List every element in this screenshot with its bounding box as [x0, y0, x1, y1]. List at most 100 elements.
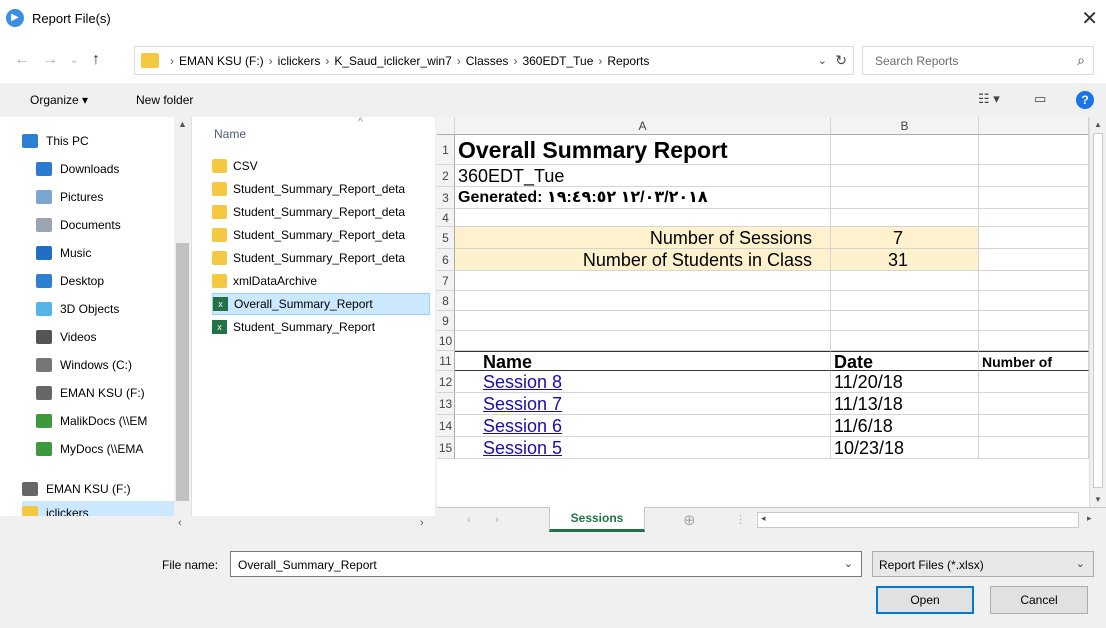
spreadsheet-cell: Generated: ١٢/٠٣/٢٠١٨ ١٩:٤٩:٥٢ [455, 187, 831, 209]
spreadsheet-cell: Overall Summary Report [455, 135, 831, 165]
scroll-left-icon[interactable]: ‹ [178, 517, 182, 529]
scroll-up-icon[interactable]: ▲ [1094, 120, 1102, 129]
breadcrumb-separator-icon[interactable]: › [269, 54, 273, 68]
file-list-item[interactable]: x Overall_Summary_Report [212, 293, 430, 315]
excel-file-icon: x [212, 320, 227, 334]
new-folder-button[interactable]: New folder [136, 93, 193, 107]
scroll-up-icon[interactable]: ▲ [178, 119, 187, 129]
sidebar-item[interactable]: 3D Objects [36, 297, 196, 321]
recent-locations-icon[interactable]: ⌄ [70, 55, 78, 66]
sidebar-item[interactable]: Videos [36, 325, 196, 349]
session-link[interactable]: Session 5 [455, 437, 831, 459]
scroll-down-icon[interactable]: ▼ [1094, 495, 1102, 504]
sidebar-item[interactable]: Downloads [36, 157, 196, 181]
breadcrumb-separator-icon[interactable]: › [170, 54, 174, 68]
cancel-button[interactable]: Cancel [990, 586, 1088, 614]
breadcrumb-item[interactable]: Classes [466, 54, 509, 68]
session-link[interactable]: Session 6 [455, 415, 831, 437]
scroll-right-icon[interactable]: ▸ [1087, 513, 1092, 524]
sidebar-item-label: Documents [60, 218, 121, 232]
next-sheet-icon[interactable]: › [495, 514, 499, 526]
view-options-icon[interactable]: ☷ ▾ [978, 91, 1000, 107]
spreadsheet-cell [455, 331, 831, 351]
breadcrumb-item[interactable]: EMAN KSU (F:) [179, 54, 264, 68]
spreadsheet-cell: 31 [831, 249, 979, 271]
help-icon[interactable]: ? [1076, 91, 1094, 109]
spreadsheet-cell [979, 249, 1089, 271]
up-icon[interactable]: ↑ [92, 51, 100, 69]
filename-field[interactable]: Overall_Summary_Report ⌄ [230, 551, 862, 577]
breadcrumb-separator-icon[interactable]: › [325, 54, 329, 68]
scroll-left-icon[interactable]: ◂ [761, 513, 766, 524]
prev-sheet-icon[interactable]: ‹ [467, 514, 471, 526]
chevron-down-icon[interactable]: ⌄ [1076, 557, 1085, 570]
file-type-select[interactable]: Report Files (*.xlsx) ⌄ [872, 551, 1094, 577]
add-sheet-icon[interactable]: ⊕ [683, 511, 696, 529]
address-bar[interactable]: › EMAN KSU (F:) › iclickers › K_Saud_iclicker… [134, 46, 854, 75]
scroll-right-icon[interactable]: › [420, 517, 424, 529]
sidebar-item[interactable]: Music [36, 241, 196, 265]
navigation-scrollbar[interactable]: ▲ ▼ [174, 117, 191, 533]
spreadsheet-cell: Number of [979, 351, 1089, 371]
sidebar-item[interactable]: Desktop [36, 269, 196, 293]
breadcrumb-item[interactable]: Reports [607, 54, 649, 68]
file-list: Name ^ CSV Student_Summary_Report_deta Stu… [192, 117, 435, 533]
file-list-item[interactable]: Student_Summary_Report_deta [212, 201, 430, 223]
sidebar-item[interactable]: MalikDocs (\\EM [36, 409, 196, 433]
sheet-tab-sessions[interactable]: Sessions [549, 507, 645, 532]
file-type-value: Report Files (*.xlsx) [879, 558, 984, 572]
sidebar-item[interactable]: Documents [36, 213, 196, 237]
preview-vertical-scrollbar[interactable]: ▲ ▼ [1089, 117, 1106, 507]
filename-label: File name: [162, 558, 219, 572]
spreadsheet-cell: 11/20/18 [831, 371, 979, 393]
file-list-item[interactable]: Student_Summary_Report_deta [212, 178, 430, 200]
organize-button[interactable]: Organize ▾ [30, 93, 88, 107]
name-column-header[interactable]: Name [214, 127, 246, 141]
row-header: 14 [437, 415, 455, 437]
sidebar-item-label: MyDocs (\\EMA [60, 442, 144, 456]
row-header: 10 [437, 331, 455, 351]
session-link[interactable]: Session 8 [455, 371, 831, 393]
breadcrumb-item[interactable]: K_Saud_iclicker_win7 [334, 54, 451, 68]
spreadsheet-cell: 360EDT_Tue [455, 165, 831, 187]
chevron-down-icon[interactable]: ⌄ [818, 54, 827, 67]
chevron-down-icon[interactable]: ⌄ [844, 557, 853, 570]
sidebar-item[interactable]: Windows (C:) [36, 353, 196, 377]
forward-icon[interactable]: → [42, 51, 58, 69]
preview-horizontal-scrollbar[interactable]: ◂ [757, 512, 1079, 528]
3d-objects-icon [36, 302, 52, 316]
sidebar-item[interactable]: EMAN KSU (F:) [22, 477, 182, 501]
file-list-item[interactable]: x Student_Summary_Report [212, 316, 430, 338]
breadcrumb-item[interactable]: 360EDT_Tue [522, 54, 593, 68]
sidebar-item[interactable]: EMAN KSU (F:) [36, 381, 196, 405]
back-icon[interactable]: ← [14, 51, 30, 69]
file-name: Student_Summary_Report_deta [233, 228, 406, 242]
file-list-item[interactable]: Student_Summary_Report_deta [212, 224, 430, 246]
file-list-item[interactable]: Student_Summary_Report_deta [212, 247, 430, 269]
breadcrumb-item[interactable]: iclickers [278, 54, 321, 68]
search-input[interactable]: Search Reports ⌕ [862, 46, 1094, 75]
sidebar-item[interactable]: This PC [22, 129, 182, 153]
column-header-c [979, 117, 1089, 135]
file-list-item[interactable]: CSV [212, 155, 430, 177]
preview-pane-icon[interactable]: ▭ [1034, 91, 1046, 107]
tab-splitter-icon[interactable]: ⋮ [735, 513, 746, 526]
scrollbar-thumb[interactable] [1093, 133, 1103, 488]
close-icon[interactable]: ✕ [1081, 6, 1098, 31]
breadcrumb-separator-icon[interactable]: › [598, 54, 602, 68]
refresh-icon[interactable]: ↻ [835, 52, 847, 69]
breadcrumb-separator-icon[interactable]: › [457, 54, 461, 68]
sidebar-item[interactable]: Pictures [36, 185, 196, 209]
sidebar-item[interactable]: MyDocs (\\EMA [36, 437, 196, 461]
sidebar-item-label: This PC [46, 134, 89, 148]
spreadsheet-cell [831, 331, 979, 351]
horizontal-scrollbar[interactable]: ‹ › [0, 516, 435, 533]
breadcrumb-separator-icon[interactable]: › [513, 54, 517, 68]
search-icon[interactable]: ⌕ [1077, 52, 1085, 69]
spreadsheet-cell [831, 311, 979, 331]
scrollbar-thumb[interactable] [176, 243, 189, 501]
breadcrumb[interactable]: › EMAN KSU (F:) › iclickers › K_Saud_iclicker… [165, 54, 649, 68]
file-list-item[interactable]: xmlDataArchive [212, 270, 430, 292]
session-link[interactable]: Session 7 [455, 393, 831, 415]
open-button[interactable]: Open [876, 586, 974, 614]
